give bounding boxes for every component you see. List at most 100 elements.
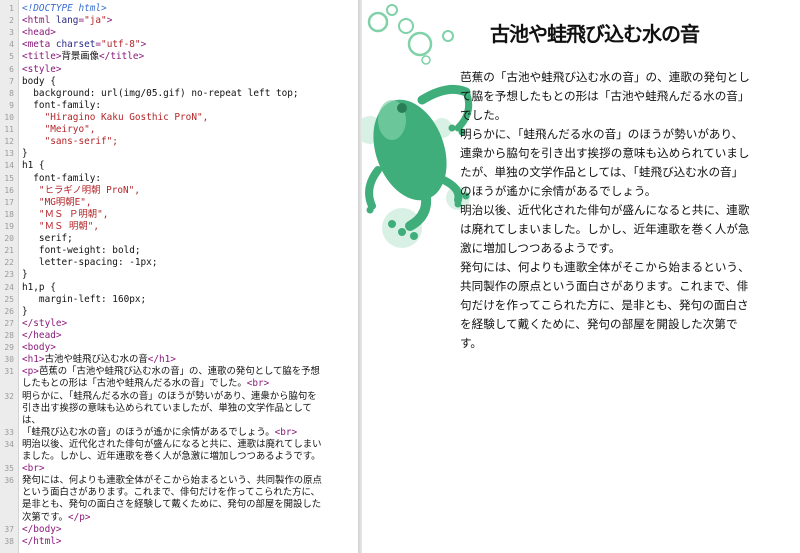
code-line[interactable]: 19 "ＭＳ 明朝",	[0, 221, 362, 233]
line-number: 34	[4, 439, 14, 449]
code-line[interactable]: 17 "MG明朝E",	[0, 197, 362, 209]
code-line[interactable]: 13}	[0, 148, 362, 160]
code-line[interactable]: 1 <!DOCTYPE html>	[0, 3, 362, 15]
code-token: </p>	[67, 511, 91, 523]
line-number: 7	[9, 76, 14, 86]
code-text: <h1>古池や蛙飛び込む水の音</h1>	[22, 354, 176, 366]
code-line[interactable]: 23}	[0, 269, 362, 281]
code-line[interactable]: 引き出す挨拶の意味も込められていましたが、単独の文学作品として	[0, 403, 362, 415]
line-number: 4	[9, 40, 14, 50]
code-token: "Meiryo",	[22, 124, 96, 136]
code-line[interactable]: 37 </body>	[0, 524, 362, 536]
code-token: <br>	[274, 426, 298, 438]
line-number: 2	[9, 16, 14, 26]
code-line[interactable]: 次第です。</p>	[0, 512, 362, 524]
code-text: <style>	[22, 64, 62, 76]
code-token: >	[106, 15, 113, 27]
code-line[interactable]: 8 background: url(img/05.gif) no-repeat …	[0, 88, 362, 100]
code-token: margin-left: 160px;	[22, 293, 147, 305]
code-line[interactable]: 32 明らかに、「蛙飛んだる水の音」のほうが勢いがあり、連衆から脇句を	[0, 391, 362, 403]
code-line[interactable]: 2 <html lang="ja">	[0, 15, 362, 27]
code-line[interactable]: は、	[0, 415, 362, 427]
code-token: "Hiragino Kaku Gosthic ProN",	[22, 111, 209, 123]
line-number: 18	[4, 209, 14, 219]
body-paragraph: 芭蕉の「古池や蛙飛び込む水の音」の、連歌の発句とし て脇を予想したもとの形は「古池…	[460, 68, 794, 353]
code-token: background: url(img/05.gif) no-repeat le…	[22, 87, 299, 99]
code-text: したもとの形は「古池や蛙飛んだる水の音」でした。<br>	[22, 378, 269, 390]
code-line[interactable]: 18 "ＭＳ Ｐ明朝",	[0, 209, 362, 221]
paragraph-line: 句だけを作ってこられた方に、是非とも、発句の面白さ	[460, 298, 749, 312]
code-lines[interactable]: 1 <!DOCTYPE html> 2 <html lang="ja"> 3 <head>…	[0, 3, 362, 548]
code-token: "ＭＳ Ｐ明朝",	[22, 208, 109, 220]
code-line[interactable]: 9 font-family:	[0, 100, 362, 112]
code-line[interactable]: 31 <p>芭蕉の「古池や蛙飛び込む水の音」の、連歌の発句として脇を予想	[0, 366, 362, 378]
code-line[interactable]: 24 h1,p {	[0, 282, 362, 294]
code-token: font-family:	[22, 99, 102, 111]
line-number: 22	[4, 258, 14, 268]
code-line[interactable]: 33 「蛙飛び込む水の音」のほうが遙かに余情があるでしょう。<br>	[0, 427, 362, 439]
code-line[interactable]: 27 </style>	[0, 318, 362, 330]
code-line[interactable]: 16 "ヒラギノ明朝 ProN",	[0, 185, 362, 197]
code-text: font-family:	[22, 100, 101, 112]
code-line[interactable]: 4 <meta charset="utf-8">	[0, 39, 362, 51]
code-line[interactable]: 36 発句には、何よりも連歌全体がそこから始まるという、共同製作の原点	[0, 475, 362, 487]
code-token: "ja"	[84, 15, 107, 27]
code-text: は、	[22, 415, 41, 427]
code-text: ました。しかし、近年連歌を巻く人が急激に増加しつつあるようです。	[22, 451, 321, 463]
code-text: "Meiryo",	[22, 124, 96, 136]
code-editor[interactable]: 1 <!DOCTYPE html> 2 <html lang="ja"> 3 <head>…	[0, 0, 362, 553]
code-token: lang	[55, 15, 79, 27]
code-line[interactable]: 是非とも、発句の面白さを経験して戴くために、発句の部屋を開設した	[0, 499, 362, 511]
code-token: >	[140, 39, 147, 51]
code-line[interactable]: 25 margin-left: 160px;	[0, 294, 362, 306]
paragraph-line: たが、単独の文学作品としては、「蛙飛び込む水の音」	[460, 165, 744, 179]
code-line[interactable]: 29 <body>	[0, 342, 362, 354]
code-text: という面白さがあります。これまで、俳句だけを作ってこられた方に、	[22, 487, 320, 499]
code-line[interactable]: 30 <h1>古池や蛙飛び込む水の音</h1>	[0, 354, 362, 366]
code-line[interactable]: 7 body {	[0, 76, 362, 88]
line-number: 31	[4, 367, 14, 377]
code-line[interactable]: 21 font-weight: bold;	[0, 245, 362, 257]
code-line[interactable]: 34 明治以後、近代化された俳句が盛んになると共に、連歌は廃れてしまい	[0, 439, 362, 451]
code-line[interactable]: 14 h1 {	[0, 160, 362, 172]
line-number: 32	[4, 391, 14, 401]
paragraph-line: て脇を予想したもとの形は「古池や蛙飛んだる水の音」	[460, 89, 750, 103]
code-line[interactable]: 11 "Meiryo",	[0, 124, 362, 136]
code-line[interactable]: 15 font-family:	[0, 173, 362, 185]
code-text: <p>芭蕉の「古池や蛙飛び込む水の音」の、連歌の発句として脇を予想	[22, 366, 320, 378]
code-text: font-family:	[22, 173, 101, 185]
code-line[interactable]: したもとの形は「古池や蛙飛んだる水の音」でした。<br>	[0, 378, 362, 390]
code-line[interactable]: 38 </html>	[0, 536, 362, 548]
code-token: h1,p {	[22, 281, 56, 293]
line-number: 13	[4, 149, 14, 159]
line-number: 17	[4, 197, 14, 207]
code-line[interactable]: という面白さがあります。これまで、俳句だけを作ってこられた方に、	[0, 487, 362, 499]
code-line[interactable]: 22 letter-spacing: -1px;	[0, 257, 362, 269]
code-line[interactable]: 3 <head>	[0, 27, 362, 39]
code-text: margin-left: 160px;	[22, 294, 146, 306]
code-line[interactable]: 26}	[0, 306, 362, 318]
code-line[interactable]: 12 "sans-serif";	[0, 136, 362, 148]
code-token: <meta	[22, 39, 56, 51]
code-line[interactable]: 6 <style>	[0, 64, 362, 76]
code-line[interactable]: 28 </head>	[0, 330, 362, 342]
code-token: <head>	[22, 27, 56, 39]
code-token: 明らかに、「蛙飛んだる水の音」のほうが勢いがあり、連衆から脇句を	[22, 390, 317, 402]
code-token: <br>	[22, 463, 45, 475]
code-text: "ＭＳ 明朝",	[22, 221, 99, 233]
paragraph-line: を経験して戴くために、発句の部屋を開設した次第で	[460, 317, 738, 331]
paragraph-line: 明治以後、近代化された俳句が盛んになると共に、連歌	[460, 203, 750, 217]
code-line[interactable]: 35 <br>	[0, 463, 362, 475]
code-line[interactable]: 20 serif;	[0, 233, 362, 245]
code-token: serif;	[22, 233, 73, 245]
code-token: <html	[22, 15, 56, 27]
code-token: font-weight: bold;	[22, 245, 141, 257]
code-text: 明治以後、近代化された俳句が盛んになると共に、連歌は廃れてしまい	[22, 439, 321, 451]
code-token: </head>	[22, 329, 62, 341]
code-line[interactable]: 5 <title>背景画像</title>	[0, 51, 362, 63]
code-line[interactable]: 10 "Hiragino Kaku Gosthic ProN",	[0, 112, 362, 124]
code-token: ました。しかし、近年連歌を巻く人が急激に増加しつつあるようです。	[22, 451, 321, 463]
code-token: 背景画像	[61, 51, 100, 63]
code-line[interactable]: ました。しかし、近年連歌を巻く人が急激に増加しつつあるようです。	[0, 451, 362, 463]
code-token: </body>	[22, 523, 62, 535]
